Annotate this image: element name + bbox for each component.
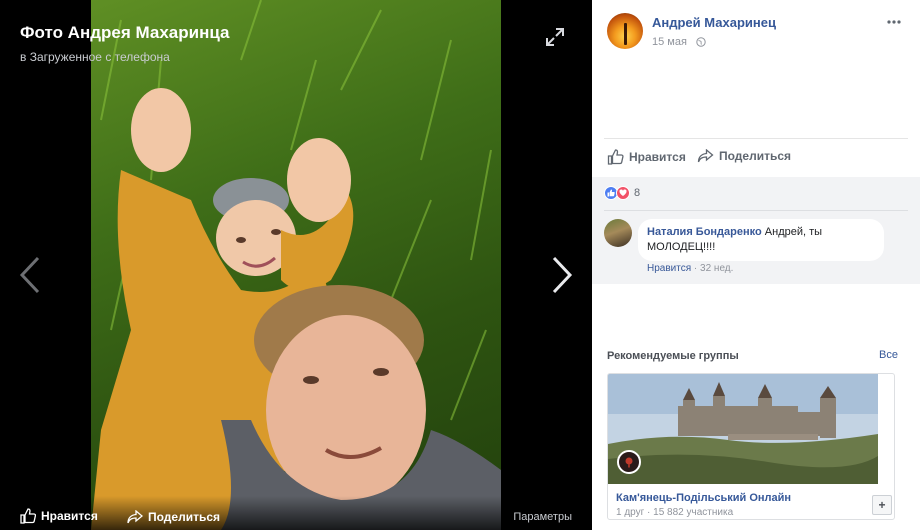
author-name[interactable]: Андрей Махаринец [652, 15, 776, 30]
join-group-button[interactable]: + [872, 495, 892, 515]
more-icon[interactable] [887, 19, 901, 25]
viewer-action-bar: Нравится Поделиться Параметры [0, 496, 592, 530]
share-arrow-icon [127, 510, 143, 524]
divider [604, 210, 908, 211]
post-date[interactable]: 15 мая [652, 36, 687, 48]
reaction-count: 8 [634, 187, 641, 199]
photo[interactable] [91, 0, 501, 530]
group-cover-image[interactable] [608, 374, 878, 484]
params-button[interactable]: Параметры [513, 511, 572, 523]
globe-icon [696, 37, 706, 47]
photo-title: Фото Андрея Махаринца [20, 23, 230, 42]
album-link[interactable]: в Загруженное с телефона [20, 50, 170, 64]
group-name[interactable]: Кам'янець-Подільський Онлайн [616, 492, 791, 504]
heart-icon [616, 186, 630, 200]
post-actions: Нравится Поделиться [604, 138, 908, 177]
post-panel: Андрей Махаринец 15 мая Нравится Поделит… [592, 0, 920, 530]
comment-like-link[interactable]: Нравится [647, 263, 691, 274]
photo-illustration [91, 0, 501, 530]
commenter-avatar[interactable] [604, 219, 632, 247]
comment-age[interactable]: 32 нед. [700, 263, 733, 274]
viewer-share-label: Поделиться [148, 510, 221, 524]
like-button[interactable]: Нравится [607, 149, 686, 165]
comment-bubble: Наталия Бондаренко Андрей, ты МОЛОДЕЦ!!!… [638, 219, 884, 261]
castle-picture [608, 374, 878, 484]
like-label: Нравится [629, 150, 686, 164]
groups-heading: Рекомендуемые группы [607, 350, 739, 362]
group-card: Кам'янець-Подільський Онлайн 1 друг · 15… [607, 373, 895, 520]
expand-icon[interactable] [545, 27, 565, 47]
viewer-like-button[interactable]: Нравится [20, 508, 98, 524]
see-all-link[interactable]: Все [879, 349, 898, 361]
avatar[interactable] [607, 13, 643, 49]
chevron-right-icon[interactable] [550, 255, 574, 295]
viewer-like-label: Нравится [41, 509, 98, 523]
photo-viewer: Фото Андрея Махаринца в Загруженное с те… [0, 0, 592, 530]
share-label: Поделиться [719, 149, 792, 163]
thumbs-up-icon [20, 508, 36, 524]
meta-separator: · [691, 263, 701, 274]
feedback-section: 8 Наталия Бондаренко Андрей, ты МОЛОДЕЦ!… [592, 177, 920, 284]
commenter-name[interactable]: Наталия Бондаренко [647, 226, 762, 238]
group-stats: 1 друг · 15 882 участника [616, 507, 734, 518]
chevron-left-icon[interactable] [18, 255, 42, 295]
share-button[interactable]: Поделиться [697, 149, 791, 163]
thumbs-up-icon [607, 149, 624, 165]
reactions-summary[interactable]: 8 [604, 186, 640, 200]
group-logo [617, 450, 641, 474]
share-arrow-icon [697, 149, 714, 163]
comment-meta: Нравится · 32 нед. [647, 263, 733, 274]
viewer-share-button[interactable]: Поделиться [127, 510, 220, 524]
